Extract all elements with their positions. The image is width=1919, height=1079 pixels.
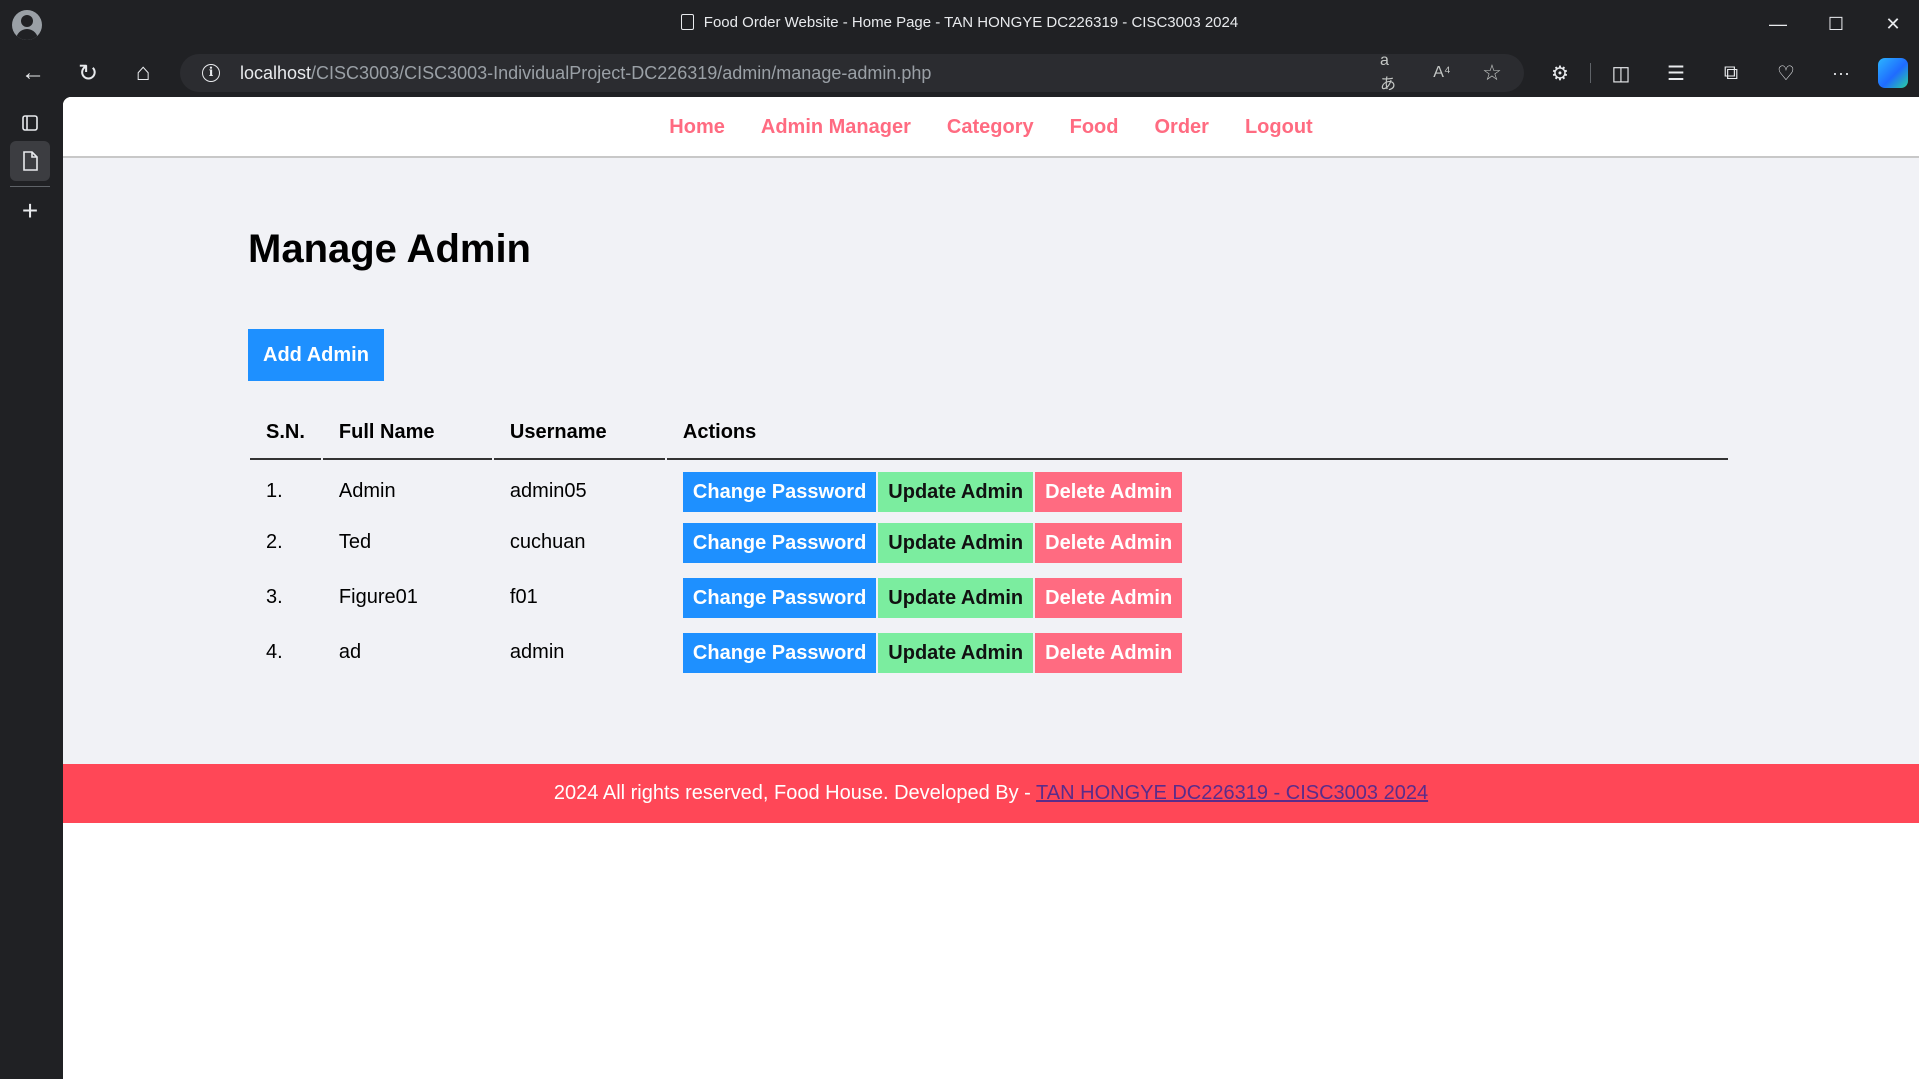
nav-link-order[interactable]: Order — [1154, 116, 1208, 138]
nav-item-home: Home — [669, 116, 725, 139]
minimize-button[interactable]: — — [1754, 8, 1802, 40]
url-text[interactable]: localhost/CISC3003/CISC3003-IndividualPr… — [240, 63, 931, 84]
update-admin-button[interactable]: Update Admin — [878, 632, 1034, 673]
read-aloud-icon[interactable]: A⁴ — [1430, 62, 1454, 84]
page-title: Manage Admin — [248, 227, 531, 271]
vertical-tab-page-icon[interactable] — [10, 141, 50, 181]
table-row: 4. ad admin Change Password Update Admin D… — [250, 625, 1728, 680]
collections-icon[interactable]: ⧉ — [1713, 55, 1749, 91]
url-path: /CISC3003/CISC3003-IndividualProject-DC2… — [311, 63, 932, 83]
header-full-name: Full Name — [322, 406, 492, 460]
update-admin-button[interactable]: Update Admin — [878, 577, 1034, 618]
favorites-icon[interactable]: ☰ — [1658, 55, 1694, 91]
nav-link-category[interactable]: Category — [947, 116, 1034, 138]
update-admin-button[interactable]: Update Admin — [878, 471, 1034, 512]
cell-username: f01 — [509, 586, 538, 608]
split-screen-icon[interactable]: ◫ — [1603, 55, 1639, 91]
change-password-button[interactable]: Change Password — [682, 632, 877, 673]
browser-essentials-icon[interactable]: ♡ — [1768, 55, 1804, 91]
cell-full-name: ad — [338, 641, 362, 663]
delete-admin-button[interactable]: Delete Admin — [1035, 471, 1183, 512]
back-button[interactable]: ← — [15, 55, 51, 91]
extensions-icon[interactable]: ⚙ — [1542, 55, 1578, 91]
tab-actions-icon[interactable] — [10, 103, 50, 143]
cell-sn: 4. — [266, 641, 283, 663]
more-options-icon[interactable]: ··· — [1823, 55, 1859, 91]
nav-link-admin-manager[interactable]: Admin Manager — [761, 116, 911, 138]
add-admin-button[interactable]: Add Admin — [248, 329, 384, 381]
table-header-row: S.N. Full Name Username Actions — [250, 406, 1728, 460]
table-row: 1. Admin admin05 Change Password Update A… — [250, 460, 1728, 515]
toolbar-divider — [1590, 63, 1591, 83]
window-title: Food Order Website - Home Page - TAN HON… — [0, 14, 1919, 31]
window-title-text: Food Order Website - Home Page - TAN HON… — [703, 14, 1239, 31]
footer-text: 2024 All rights reserved, Food House. De… — [553, 782, 1037, 804]
cell-full-name: Ted — [338, 531, 372, 553]
nav-item-category: Category — [947, 116, 1034, 139]
change-password-button[interactable]: Change Password — [682, 577, 877, 618]
main-content: Manage Admin Add Admin S.N. Full Name Us… — [63, 158, 1919, 764]
cell-username: cuchuan — [509, 531, 586, 553]
address-bar[interactable]: i localhost/CISC3003/CISC3003-Individual… — [180, 52, 1524, 93]
cell-full-name: Figure01 — [338, 586, 418, 608]
change-password-button[interactable]: Change Password — [682, 522, 877, 563]
page-viewport: Home Admin Manager Category Food Order L… — [63, 97, 1919, 1079]
site-info-icon[interactable]: i — [202, 64, 220, 82]
cell-full-name: Admin — [338, 480, 396, 502]
url-host: localhost — [240, 63, 312, 83]
maximize-button[interactable]: ☐ — [1812, 8, 1860, 40]
browser-sidebar: + — [0, 97, 63, 1079]
cell-sn: 2. — [266, 531, 283, 553]
change-password-button[interactable]: Change Password — [682, 471, 877, 512]
nav-item-food: Food — [1070, 116, 1119, 139]
cell-actions: Change Password Update Admin Delete Admin — [667, 460, 1728, 515]
nav-item-order: Order — [1154, 116, 1208, 139]
table-row: 3. Figure01 f01 Change Password Update Ad… — [250, 570, 1728, 625]
cell-username: admin05 — [509, 480, 587, 502]
close-window-button[interactable]: ✕ — [1869, 8, 1917, 40]
cell-actions: Change Password Update Admin Delete Admin — [667, 625, 1728, 680]
cell-username: admin — [509, 641, 565, 663]
footer-developer-link[interactable]: TAN HONGYE DC226319 - CISC3003 2024 — [1036, 782, 1428, 804]
sidebar-divider — [10, 186, 50, 187]
delete-admin-button[interactable]: Delete Admin — [1035, 632, 1183, 673]
page-document-icon — [680, 14, 694, 30]
copilot-icon[interactable] — [1878, 58, 1908, 88]
top-nav-menu: Home Admin Manager Category Food Order L… — [63, 97, 1919, 158]
favorite-star-icon[interactable]: ☆ — [1480, 60, 1504, 85]
nav-list: Home Admin Manager Category Food Order L… — [63, 97, 1919, 139]
table-row: 2. Ted cuchuan Change Password Update Adm… — [250, 515, 1728, 570]
home-button[interactable]: ⌂ — [125, 55, 161, 91]
header-actions: Actions — [666, 406, 1728, 460]
nav-link-home[interactable]: Home — [669, 116, 725, 138]
cell-sn: 1. — [266, 480, 283, 502]
nav-link-food[interactable]: Food — [1070, 116, 1119, 138]
header-sn: S.N. — [250, 406, 321, 460]
admin-table: S.N. Full Name Username Actions 1. Admin… — [248, 406, 1730, 680]
nav-item-logout: Logout — [1245, 116, 1313, 139]
update-admin-button[interactable]: Update Admin — [878, 522, 1034, 563]
delete-admin-button[interactable]: Delete Admin — [1035, 522, 1183, 563]
new-tab-icon[interactable]: + — [10, 191, 50, 231]
refresh-button[interactable]: ↻ — [70, 55, 106, 91]
header-username: Username — [493, 406, 665, 460]
browser-titlebar: Food Order Website - Home Page - TAN HON… — [0, 0, 1919, 49]
cell-sn: 3. — [266, 586, 283, 608]
cell-actions: Change Password Update Admin Delete Admin — [667, 570, 1728, 625]
nav-link-logout[interactable]: Logout — [1245, 116, 1313, 138]
footer: 2024 All rights reserved, Food House. De… — [63, 764, 1919, 823]
delete-admin-button[interactable]: Delete Admin — [1035, 577, 1183, 618]
translate-icon[interactable]: aあ — [1380, 52, 1404, 93]
nav-item-admin-manager: Admin Manager — [761, 116, 911, 139]
cell-actions: Change Password Update Admin Delete Admin — [667, 515, 1728, 570]
